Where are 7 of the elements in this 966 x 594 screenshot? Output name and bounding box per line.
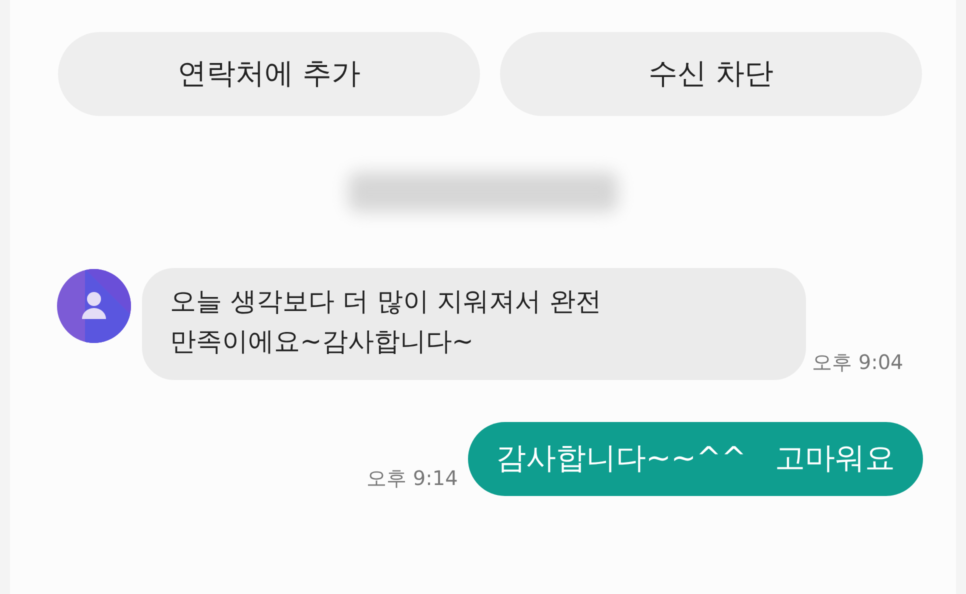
message-time: 오후 9:04 [812,349,904,376]
action-button[interactable]: 연락처에 추가 [58,32,480,116]
message-time: 오후 9:14 [366,465,458,492]
message-bubble: 감사합니다~~^^ 고마워요 [468,422,923,496]
action-button[interactable]: 수신 차단 [500,32,922,116]
avatar-icon [57,269,131,343]
message-bubble: 오늘 생각보다 더 많이 지워져서 완전 만족이에요~감사합니다~ [142,268,806,380]
